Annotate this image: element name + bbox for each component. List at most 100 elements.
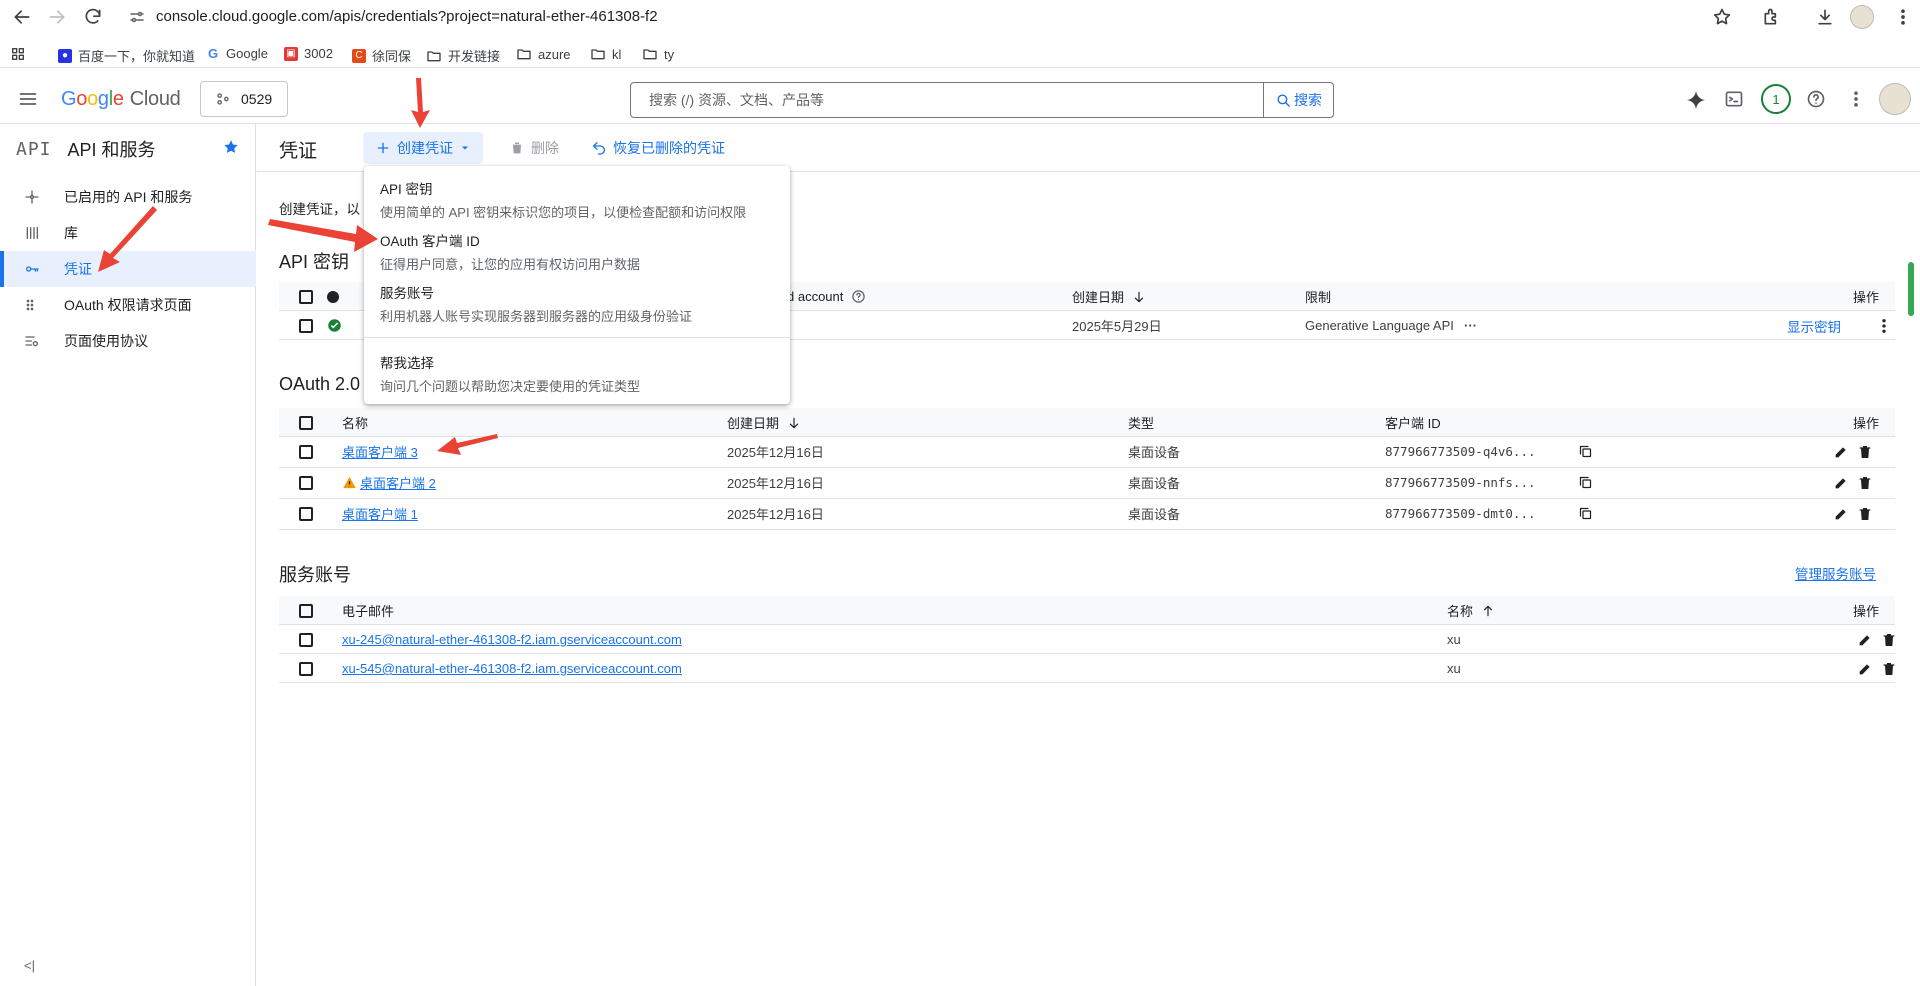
scrollbar-thumb[interactable] bbox=[1908, 262, 1914, 316]
show-key-link[interactable]: 显示密钥 bbox=[1787, 311, 1841, 340]
account-avatar[interactable] bbox=[1879, 83, 1911, 115]
row-checkbox[interactable] bbox=[299, 633, 313, 647]
dashboard-icon bbox=[24, 189, 40, 205]
url-field[interactable]: console.cloud.google.com/apis/credential… bbox=[156, 8, 658, 25]
create-credentials-button[interactable]: 创建凭证 bbox=[363, 132, 483, 164]
delete-trash-icon[interactable] bbox=[1881, 661, 1897, 677]
google-icon: G bbox=[207, 46, 219, 61]
oauth-client-link[interactable]: 桌面客户端 3 bbox=[342, 437, 418, 466]
site-settings-icon[interactable] bbox=[128, 8, 146, 26]
client-id: 877966773509-dmt0... bbox=[1385, 506, 1536, 521]
bookmark-folder-kl[interactable]: kl bbox=[590, 46, 621, 62]
sort-up-icon bbox=[1483, 605, 1493, 616]
delete-trash-icon[interactable] bbox=[1857, 444, 1873, 460]
folder-icon bbox=[643, 49, 657, 60]
oauth-client-link[interactable]: 桌面客户端 1 bbox=[342, 499, 418, 528]
select-all-checkbox[interactable] bbox=[299, 290, 313, 304]
row-checkbox[interactable] bbox=[299, 476, 313, 490]
help-circle-icon[interactable] bbox=[851, 289, 866, 304]
edit-pencil-icon[interactable] bbox=[1857, 661, 1873, 677]
column-name-header: d account bbox=[787, 282, 866, 311]
column-actions-header: 操作 bbox=[1853, 604, 1880, 619]
created-date: 2025年12月16日 bbox=[727, 507, 824, 522]
more-options-icon[interactable] bbox=[1846, 89, 1866, 109]
menu-item-help-me-choose[interactable]: 帮我选择 询问几个问题以帮助您决定要使用的凭证类型 bbox=[380, 352, 640, 395]
delete-trash-icon[interactable] bbox=[1857, 506, 1873, 522]
sidebar-item-credentials[interactable]: 凭证 bbox=[0, 251, 256, 287]
sidebar-item-oauth-consent[interactable]: OAuth 权限请求页面 bbox=[0, 287, 256, 323]
row-checkbox[interactable] bbox=[299, 662, 313, 676]
google-cloud-logo[interactable]: Google Cloud bbox=[61, 88, 181, 111]
column-name-header[interactable]: 名称 bbox=[1447, 596, 1495, 625]
bookmark-folder-ty[interactable]: ty bbox=[642, 46, 674, 62]
restore-deleted-button[interactable]: 恢复已删除的凭证 bbox=[579, 132, 737, 164]
library-icon bbox=[24, 225, 40, 241]
created-date: 2025年12月16日 bbox=[727, 476, 824, 491]
service-account-email-link[interactable]: xu-545@natural-ether-461308-f2.iam.gserv… bbox=[342, 654, 682, 683]
project-picker-button[interactable]: 0529 bbox=[200, 81, 288, 117]
delete-trash-icon[interactable] bbox=[1881, 632, 1897, 648]
folder-icon bbox=[517, 49, 531, 60]
sidebar-item-library[interactable]: 库 bbox=[0, 215, 256, 251]
sidebar-item-page-usage-agreements[interactable]: 页面使用协议 bbox=[0, 323, 256, 359]
site-icon: C bbox=[352, 48, 366, 63]
extensions-icon[interactable] bbox=[1762, 7, 1782, 27]
bookmark-baidu[interactable]: ● 百度一下，你就知道 bbox=[58, 46, 195, 65]
bookmark-google[interactable]: G Google bbox=[206, 46, 268, 61]
row-checkbox[interactable] bbox=[299, 507, 313, 521]
column-type-header: 类型 bbox=[1128, 416, 1155, 431]
forward-icon[interactable] bbox=[47, 7, 67, 27]
folder-icon bbox=[427, 50, 441, 61]
edit-pencil-icon[interactable] bbox=[1833, 444, 1849, 460]
main-menu-icon[interactable] bbox=[18, 89, 38, 109]
copy-icon[interactable] bbox=[1578, 506, 1593, 521]
browser-menu-icon[interactable] bbox=[1893, 7, 1913, 27]
apps-grid-icon[interactable] bbox=[10, 46, 26, 62]
search-input[interactable] bbox=[631, 83, 1263, 117]
copy-icon[interactable] bbox=[1578, 444, 1593, 459]
copy-icon[interactable] bbox=[1578, 475, 1593, 490]
bookmark-folder-dev[interactable]: 开发链接 bbox=[426, 46, 500, 65]
status-dot bbox=[327, 282, 339, 311]
back-icon[interactable] bbox=[12, 7, 32, 27]
select-all-checkbox[interactable] bbox=[299, 416, 313, 430]
delete-trash-icon[interactable] bbox=[1857, 475, 1873, 491]
edit-pencil-icon[interactable] bbox=[1857, 632, 1873, 648]
bookmark-3002[interactable]: ▣ 3002 bbox=[284, 46, 333, 61]
bookmark-xutongbao[interactable]: C 徐同保 bbox=[352, 46, 411, 65]
column-created-header[interactable]: 创建日期 bbox=[1072, 282, 1146, 311]
table-row: 桌面客户端 1 2025年12月16日 桌面设备 877966773509-dm… bbox=[279, 499, 1895, 530]
download-icon[interactable] bbox=[1815, 7, 1835, 27]
row-menu-icon[interactable] bbox=[1875, 317, 1893, 335]
manage-service-accounts-link[interactable]: 管理服务账号 bbox=[1795, 563, 1876, 583]
menu-item-oauth-client-id[interactable]: OAuth 客户端 ID 征得用户同意，让您的应用有权访问用户数据 bbox=[380, 230, 640, 273]
reload-icon[interactable] bbox=[83, 7, 103, 27]
sidebar-item-enabled-apis[interactable]: 已启用的 API 和服务 bbox=[0, 179, 256, 215]
row-checkbox[interactable] bbox=[299, 319, 313, 333]
pin-star-icon[interactable] bbox=[222, 138, 240, 156]
collapse-sidebar-icon[interactable]: <| bbox=[24, 958, 35, 973]
profile-avatar[interactable] bbox=[1850, 5, 1874, 29]
menu-item-service-account[interactable]: 服务账号 利用机器人账号实现服务器到服务器的应用级身份验证 bbox=[380, 282, 692, 325]
column-name-header: 名称 bbox=[342, 416, 369, 431]
column-created-header[interactable]: 创建日期 bbox=[727, 408, 801, 437]
edit-pencil-icon[interactable] bbox=[1833, 506, 1849, 522]
more-restrictions-button[interactable]: ··· bbox=[1464, 311, 1477, 340]
bookmark-folder-azure[interactable]: azure bbox=[516, 46, 571, 62]
cloud-shell-icon[interactable] bbox=[1724, 89, 1744, 109]
bookmark-star-icon[interactable] bbox=[1712, 7, 1732, 27]
service-account-name: xu bbox=[1447, 632, 1461, 647]
help-icon[interactable] bbox=[1806, 89, 1826, 109]
row-checkbox[interactable] bbox=[299, 445, 313, 459]
edit-pencil-icon[interactable] bbox=[1833, 475, 1849, 491]
menu-item-api-key[interactable]: API 密钥 使用简单的 API 密钥来标识您的项目，以便检查配额和访问权限 bbox=[380, 178, 746, 221]
notifications-badge[interactable]: 1 bbox=[1761, 84, 1791, 114]
service-accounts-table: 电子邮件 名称 操作 xu-245@natural-ether-461308-f… bbox=[279, 596, 1895, 683]
select-all-checkbox[interactable] bbox=[299, 604, 313, 618]
delete-button[interactable]: 删除 bbox=[497, 132, 571, 164]
search-button[interactable]: 搜索 bbox=[1263, 83, 1333, 117]
oauth-client-link[interactable]: 桌面客户端 2 bbox=[360, 468, 436, 497]
service-account-email-link[interactable]: xu-245@natural-ether-461308-f2.iam.gserv… bbox=[342, 625, 682, 654]
column-actions-header: 操作 bbox=[1853, 290, 1880, 305]
gemini-spark-icon[interactable] bbox=[1685, 89, 1707, 111]
